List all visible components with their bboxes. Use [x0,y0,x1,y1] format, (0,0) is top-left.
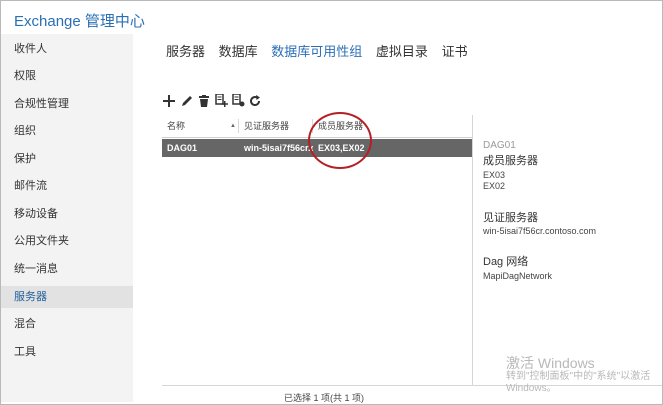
activation-watermark-subtitle: 转到"控制面板"中的"系统"以激活 Windows。 [506,371,651,394]
details-network-heading: Dag 网络 [483,256,529,268]
column-header-witness-label: 见证服务器 [244,121,290,131]
selection-status: 已选择 1 项(共 1 项) [284,393,365,403]
tab-databases[interactable]: 数据库 [219,41,258,60]
delete-icon[interactable] [198,94,212,108]
add-icon[interactable] [163,94,177,108]
cell-name: DAG01 [167,143,198,153]
app-window: Exchange 管理中心 收件人 权限 合规性管理 组织 保护 邮件流 移动设… [0,0,663,405]
configure-network-icon[interactable] [232,93,246,108]
sidebar-item-recipients[interactable]: 收件人 [1,38,133,60]
tab-servers[interactable]: 服务器 [166,41,205,60]
pane-divider [472,115,473,385]
edit-icon[interactable] [181,94,195,108]
sidebar-item-mail-flow[interactable]: 邮件流 [1,175,133,197]
details-member-item: EX03 [483,170,506,180]
sidebar-item-unified-messaging[interactable]: 统一消息 [1,258,133,280]
details-network-value: MapiDagNetwork [483,271,553,281]
sidebar-item-mobile[interactable]: 移动设备 [1,203,133,225]
sort-ascending-icon: ▲ [230,123,236,129]
column-header-name[interactable]: 名称 [162,115,237,137]
cell-witness: win-5isai7f56cr.c... [244,143,313,153]
sidebar-item-protection[interactable]: 保护 [1,148,133,170]
sidebar-item-compliance[interactable]: 合规性管理 [1,93,133,115]
sidebar-item-tools[interactable]: 工具 [1,341,133,363]
tab-database-availability-groups[interactable]: 数据库可用性组 [271,41,362,60]
sidebar-item-organization[interactable]: 组织 [1,120,133,142]
tab-bar: 服务器 数据库 数据库可用性组 虚拟目录 证书 [166,41,478,60]
details-witness-heading: 见证服务器 [483,212,538,224]
details-title: DAG01 [483,140,516,151]
app-title: Exchange 管理中心 [14,13,145,30]
tab-certificates[interactable]: 证书 [442,41,468,60]
sidebar-item-permissions[interactable]: 权限 [1,65,133,87]
refresh-icon[interactable] [249,94,263,108]
sidebar-item-servers[interactable]: 服务器 [1,286,133,308]
details-members-heading: 成员服务器 [483,155,538,167]
details-member-item: EX02 [483,181,506,191]
sidebar: 收件人 权限 合规性管理 组织 保护 邮件流 移动设备 公用文件夹 统一消息 服… [1,34,133,402]
sidebar-item-public-folders[interactable]: 公用文件夹 [1,230,133,252]
sidebar-item-hybrid[interactable]: 混合 [1,313,133,335]
column-header-name-label: 名称 [167,121,186,131]
details-witness-value: win-5isai7f56cr.contoso.com [483,226,597,236]
column-header-witness[interactable]: 见证服务器 [239,115,311,137]
annotation-circle [308,112,372,169]
activation-watermark-title: 激活 Windows [506,355,595,371]
tab-virtual-directories[interactable]: 虚拟目录 [376,41,428,60]
manage-membership-icon[interactable] [215,93,229,108]
